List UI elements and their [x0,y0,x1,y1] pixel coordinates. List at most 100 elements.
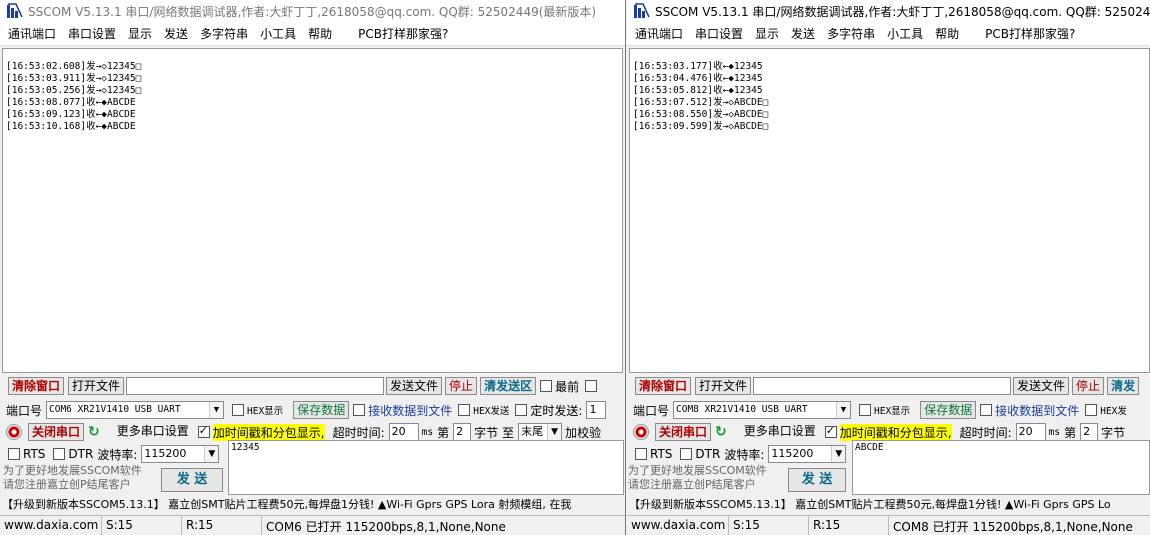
menu-multi-string[interactable]: 多字符串 [823,25,879,42]
window-title: SSCOM V5.13.1 串口/网络数据调试器,作者:大虾丁丁,2618058… [655,4,1150,19]
nth-input[interactable]: 2 [453,423,472,441]
menu-comm-port[interactable]: 通讯端口 [4,25,60,42]
timeout-input[interactable]: 20 [1015,423,1046,441]
clear-window-button[interactable]: 清除窗口 [8,377,65,395]
open-file-button[interactable]: 打开文件 [68,377,125,395]
send-button[interactable]: 发 送 [161,468,223,492]
recv-to-file-checkbox[interactable] [980,404,993,416]
menu-comm-port[interactable]: 通讯端口 [631,25,687,42]
baud-select[interactable]: 115200 ▼ [768,445,847,463]
rts-checkbox[interactable] [635,448,647,460]
send-file-button[interactable]: 发送文件 [1013,377,1070,395]
hex-display-checkbox[interactable] [859,404,872,416]
chevron-down-icon: ▼ [204,446,219,462]
menu-bar: 通讯端口 串口设置 显示 发送 多字符串 小工具 帮助 PCB打样那家强? [0,22,625,46]
file-path-input[interactable] [126,377,385,395]
hex-send-label: HEX发 [1100,406,1127,417]
baud-label: 波特率: [724,447,765,462]
menu-send[interactable]: 发送 [160,25,192,42]
promo-line[interactable]: 为了更好地发展SSCOM软件 [3,464,153,478]
send-text-area[interactable]: ABCDE [852,440,1150,495]
clear-window-button[interactable]: 清除窗口 [635,377,692,395]
more-settings-button[interactable]: 更多串口设置 [741,423,819,441]
timestamp-checkbox[interactable] [824,424,837,438]
hex-send-checkbox[interactable] [458,404,471,416]
baud-select[interactable]: 115200 ▼ [141,445,220,463]
hex-display-checkbox[interactable] [232,404,245,416]
hex-send-checkbox[interactable] [1085,404,1098,416]
nth-input[interactable]: 2 [1080,423,1099,441]
dtr-checkbox[interactable] [53,448,66,460]
menu-display[interactable]: 显示 [751,25,783,42]
news-ticker[interactable]: 【升级到新版本SSCOM5.13.1】 嘉立创SMT贴片工程费50元,每焊盘1分… [2,496,625,514]
menu-serial-settings[interactable]: 串口设置 [691,25,747,42]
chevron-down-icon: ▼ [831,446,846,462]
send-text-area[interactable]: 12345 [228,440,624,495]
timed-send-checkbox[interactable] [515,404,528,416]
port-select[interactable]: COM6 XR21V1410 USB UART ▼ [46,401,225,419]
timeout-input[interactable]: 20 [388,423,419,441]
news-ticker[interactable]: 【升级到新版本SSCOM5.13.1】 嘉立创SMT贴片工程费50元,每焊盘1分… [629,496,1150,514]
status-website[interactable]: www.daxia.com [627,516,729,535]
hex-display-label: HEX显示 [247,406,284,417]
menu-pcb-ad[interactable]: PCB打样那家强? [981,25,1079,42]
receive-area[interactable]: [16:53:03.177]收←◆12345 [16:53:04.476]收←◆… [629,48,1150,373]
title-bar: SSCOM V5.13.1 串口/网络数据调试器,作者:大虾丁丁,2618058… [627,0,1150,22]
timed-interval-input[interactable]: 1 [586,401,607,419]
end-select[interactable]: 末尾 ▼ [518,423,563,441]
save-data-button[interactable]: 保存数据 [293,401,350,419]
status-website[interactable]: www.daxia.com [0,516,102,535]
send-file-button[interactable]: 发送文件 [386,377,443,395]
menu-help[interactable]: 帮助 [304,25,336,42]
clear-send-button[interactable]: 清发送区 [480,377,537,395]
english-checkbox[interactable] [585,380,598,392]
stop-button[interactable]: 停止 [445,377,478,395]
stop-button[interactable]: 停止 [1072,377,1105,395]
menu-help[interactable]: 帮助 [931,25,963,42]
clear-send-button[interactable]: 清发 [1107,377,1140,395]
rts-row: RTS DTR 波特率: 115200 ▼ [629,445,851,463]
open-file-button[interactable]: 打开文件 [695,377,752,395]
promo-line[interactable]: 请您注册嘉立创P结尾客户 [628,478,778,492]
open-port-row: 关闭串口 ↻ 更多串口设置 加时间戳和分包显示, 超时时间: 20 ms 第 2… [629,423,1150,441]
send-button[interactable]: 发 送 [788,468,846,492]
close-port-button[interactable]: 关闭串口 [655,423,712,441]
close-port-button[interactable]: 关闭串口 [28,423,85,441]
toolbar-row: 清除窗口 打开文件 发送文件 停止 清发送区 最前 [2,377,625,395]
menu-pcb-ad[interactable]: PCB打样那家强? [354,25,452,42]
menu-tools[interactable]: 小工具 [256,25,300,42]
status-recv-count: R:15 [809,516,889,535]
log-line: [16:53:02.608]发→◇12345□ [6,61,142,72]
menu-serial-settings[interactable]: 串口设置 [64,25,120,42]
menu-tools[interactable]: 小工具 [883,25,927,42]
refresh-icon[interactable]: ↻ [88,424,100,440]
log-line: [16:53:10.168]收←◆ABCDE [6,121,136,132]
timestamp-checkbox[interactable] [197,424,210,438]
port-status-icon [6,424,22,440]
save-data-button[interactable]: 保存数据 [920,401,977,419]
menu-send[interactable]: 发送 [787,25,819,42]
receive-area[interactable]: [16:53:02.608]发→◇12345□ [16:53:03.911]发→… [2,48,623,373]
dtr-label: DTR [695,447,721,461]
port-row: 端口号 COM8 XR21V1410 USB UART ▼ HEX显示 保存数据 … [629,401,1150,419]
file-path-input[interactable] [753,377,1012,395]
more-settings-button[interactable]: 更多串口设置 [114,423,192,441]
menu-multi-string[interactable]: 多字符串 [196,25,252,42]
promo-line[interactable]: 为了更好地发展SSCOM软件 [628,464,778,478]
port-select[interactable]: COM8 XR21V1410 USB UART ▼ [673,401,852,419]
log-line: [16:53:05.256]发→◇12345□ [6,85,142,96]
end-value: 末尾 [521,425,544,438]
hex-send-label: HEX发送 [473,406,510,417]
topmost-checkbox[interactable] [540,380,553,392]
menu-display[interactable]: 显示 [124,25,156,42]
port-label: 端口号 [633,403,670,418]
dtr-checkbox[interactable] [680,448,693,460]
port-value: COM6 XR21V1410 USB UART [49,404,181,415]
refresh-icon[interactable]: ↻ [715,424,727,440]
status-sent-count: S:15 [729,516,809,535]
rts-checkbox[interactable] [8,448,20,460]
log-line: [16:53:08.077]收←◆ABCDE [6,97,136,108]
recv-to-file-checkbox[interactable] [353,404,366,416]
recv-to-file-label: 接收数据到文件 [368,403,453,418]
promo-line[interactable]: 请您注册嘉立创P结尾客户 [3,478,153,492]
